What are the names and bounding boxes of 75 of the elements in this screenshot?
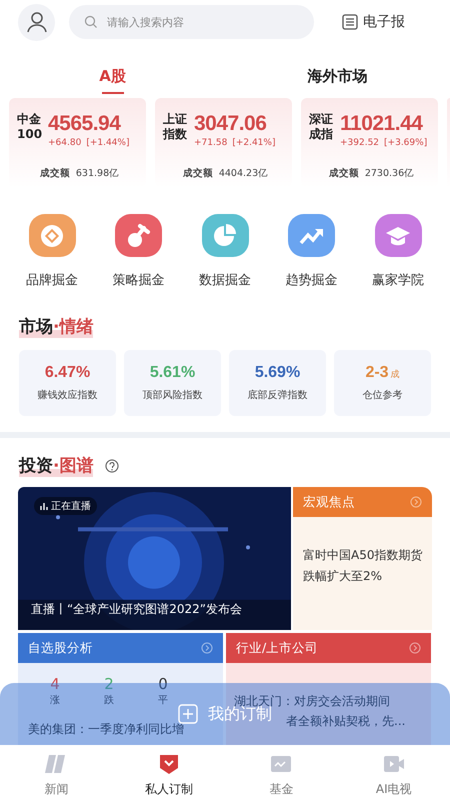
search-icon	[84, 15, 98, 29]
index-change: +64.80	[48, 138, 82, 148]
nav-tab[interactable]: 新闻	[0, 745, 112, 800]
sentiment-card[interactable]: 5.69% 底部反弹指数	[229, 350, 326, 416]
video-icon	[382, 753, 406, 775]
help-icon[interactable]	[105, 458, 120, 472]
search-field[interactable]: 请输入搜索内容	[69, 5, 314, 39]
index-percent: [+1.44%]	[86, 138, 130, 148]
sentiment-label: 顶部风险指数	[142, 388, 202, 402]
shortcut-label[interactable]: 策略掘金	[112, 271, 164, 289]
panel-title: 自选股分析	[28, 640, 93, 656]
shortcut-icon[interactable]	[202, 214, 248, 257]
nav-tab[interactable]: 基金	[225, 745, 338, 800]
live-label: 正在直播	[51, 500, 91, 513]
sentiment-label: 仓位参考	[362, 388, 402, 402]
index-value: 4565.94	[48, 112, 122, 136]
user-icon	[26, 11, 48, 33]
sentiment-card[interactable]: 6.47% 赚钱效应指数	[19, 350, 116, 416]
index-change: +392.52	[340, 138, 380, 148]
index-name: 深证成指	[309, 112, 334, 142]
shortcut-label[interactable]: 趋势掘金	[286, 271, 338, 289]
turnover-label: 成交额	[40, 167, 70, 180]
index-name: 中金100	[17, 112, 43, 142]
watchlist-header[interactable]: 自选股分析	[18, 633, 223, 663]
chart-icon	[269, 753, 294, 775]
index-value: 3047.06	[194, 112, 268, 136]
sentiment-value: 5.61%	[150, 364, 196, 382]
chevron-icon	[201, 642, 213, 654]
sentiment-card[interactable]: 5.61% 顶部风险指数	[124, 350, 221, 416]
plus-icon	[178, 704, 198, 724]
industry-header[interactable]: 行业/上市公司	[226, 633, 431, 663]
panel-title: 宏观焦点	[303, 494, 355, 510]
sentiment-label: 赚钱效应指数	[38, 388, 98, 402]
shortcut-label[interactable]: 赢家学院	[372, 271, 424, 289]
index-percent: [+3.69%]	[384, 138, 428, 148]
profile-button[interactable]	[18, 4, 55, 40]
shortcut-icon[interactable]	[28, 214, 76, 257]
industry-news[interactable]: 者全额补贴契税，先...	[286, 713, 406, 730]
sentiment-value: 2-3	[365, 364, 389, 382]
sentiment-value: 5.69%	[254, 364, 300, 382]
section-title: 市场·情绪	[19, 315, 94, 338]
turnover-value: 4404.23亿	[218, 167, 268, 180]
nav-tab[interactable]: AI电视	[338, 745, 450, 800]
watchlist-news[interactable]: 美的集团：一季度净利同比增	[28, 721, 213, 738]
turnover-label: 成交额	[328, 167, 359, 180]
sentiment-value: 6.47%	[44, 364, 90, 382]
index-change: +71.58	[194, 138, 228, 148]
stock-count-label: 涨	[50, 694, 60, 707]
epaper-link[interactable]: 电子报	[363, 13, 405, 31]
shortcut-label[interactable]: 数据掘金	[199, 271, 251, 289]
sentiment-label: 底部反弹指数	[248, 388, 308, 402]
stock-count-label: 跌	[104, 694, 114, 707]
index-percent: [+2.41%]	[232, 138, 276, 148]
index-name: 上证指数	[163, 112, 188, 142]
shortcut-icon[interactable]	[115, 214, 162, 257]
market-tab[interactable]: A股	[0, 63, 225, 94]
index-value: 11021.44	[340, 112, 424, 136]
macro-headline[interactable]: 富时中国A50指数期货跌幅扩大至2%	[303, 545, 424, 587]
panel-title: 行业/上市公司	[236, 640, 318, 656]
chevron-icon	[410, 496, 422, 508]
newspaper-icon[interactable]	[342, 14, 358, 30]
shortcut-icon[interactable]	[288, 214, 335, 257]
chevron-icon	[409, 642, 421, 654]
turnover-value: 631.98亿	[76, 167, 120, 180]
section-title: 投资·图谱	[19, 454, 94, 477]
sentiment-unit: 成	[390, 368, 400, 381]
shortcut-icon[interactable]	[374, 214, 422, 257]
shortcut-label[interactable]: 品牌掘金	[26, 271, 78, 289]
signal-icon	[40, 502, 48, 510]
turnover-label: 成交额	[182, 167, 213, 180]
market-tab[interactable]: 海外市场	[225, 63, 450, 94]
stock-count-label: 平	[158, 694, 168, 707]
nav-tab[interactable]: 私人订制	[112, 745, 225, 800]
sentiment-card[interactable]: 2-3 成 仓位参考	[334, 350, 431, 416]
turnover-value: 2730.36亿	[364, 167, 414, 180]
